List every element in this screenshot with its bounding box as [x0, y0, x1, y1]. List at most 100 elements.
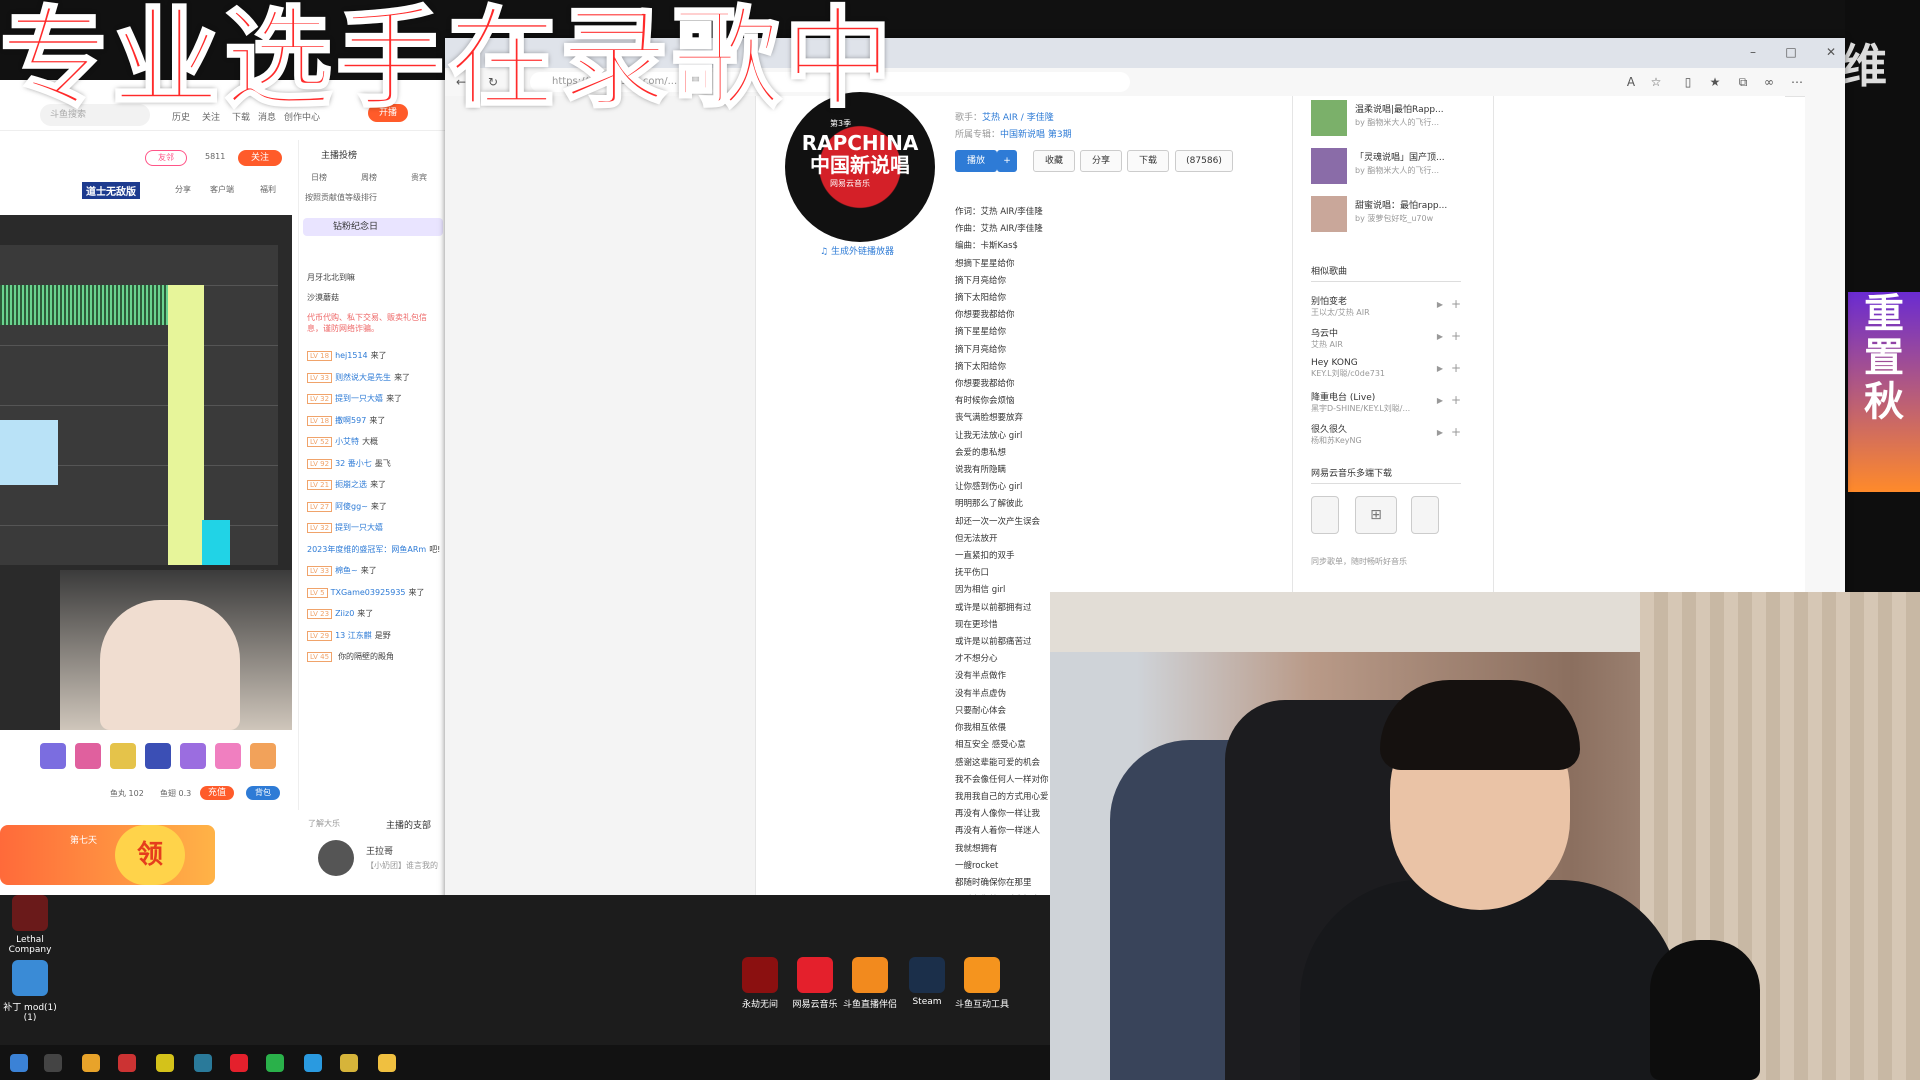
album-link[interactable]: 中国新说唱 第3期 [1000, 130, 1072, 140]
chat-username[interactable]: hej1514 [335, 351, 368, 360]
add-icon[interactable]: + [1451, 393, 1461, 407]
recharge-button[interactable]: 充值 [200, 786, 234, 800]
chat-username[interactable]: 扼崩之选 [335, 480, 367, 489]
add-icon[interactable]: + [1451, 329, 1461, 343]
add-to-list-button[interactable]: + [997, 150, 1017, 172]
android-icon[interactable] [1411, 496, 1439, 534]
gift-icon[interactable] [75, 743, 101, 769]
chat-username[interactable]: 阿傻gg~ [335, 502, 368, 511]
app-icon[interactable] [340, 1054, 358, 1072]
play-icon[interactable]: ▶ [1437, 300, 1443, 309]
desktop-icon-mod[interactable]: 补丁 mod(1)(1) [0, 960, 60, 1023]
fans-button[interactable]: 友邻 [145, 150, 187, 166]
favorites-icon[interactable]: ★ [1707, 74, 1723, 90]
windows-icon[interactable]: ⊞ [1355, 496, 1397, 534]
play-icon[interactable]: ▶ [1437, 332, 1443, 341]
desktop-icon-douyu[interactable]: 斗鱼直播伴侣 [840, 957, 900, 1010]
more-icon[interactable]: ⋯ [1789, 74, 1805, 90]
close-icon[interactable]: ✕ [1823, 44, 1839, 60]
event-banner[interactable]: 钻粉纪念日 [303, 218, 443, 236]
read-aloud-icon[interactable]: A [1623, 74, 1639, 90]
maximize-icon[interactable]: □ [1783, 44, 1799, 60]
anchor-card-tab[interactable]: 主播的支部 [386, 818, 431, 831]
desktop-icon-label: Lethal Company [8, 935, 52, 955]
add-icon[interactable]: + [1451, 361, 1461, 375]
playlist-item[interactable]: 温柔说唱|最怕Rapp... by 酯物米大人的飞行... [1311, 100, 1481, 140]
minimize-icon[interactable]: – [1745, 44, 1761, 60]
apple-icon[interactable] [1311, 496, 1339, 534]
chat-username[interactable]: TXGame03925935 [331, 588, 406, 597]
comments-button[interactable]: (87586) [1175, 150, 1233, 172]
desktop-icon-lethal-company[interactable]: Lethal Company [0, 895, 60, 955]
search-icon[interactable] [44, 1054, 62, 1072]
avatar[interactable] [318, 840, 354, 876]
play-icon[interactable]: ▶ [1437, 364, 1443, 373]
download-button[interactable]: 下载 [1127, 150, 1169, 172]
extensions-icon[interactable]: ∞ [1761, 74, 1777, 90]
split-icon[interactable]: ▯ [1680, 74, 1696, 90]
chrome-icon[interactable] [82, 1054, 100, 1072]
generate-player-link[interactable]: ♫ 生成外链播放器 [820, 244, 894, 257]
play-icon[interactable]: ▶ [1437, 396, 1443, 405]
client-link[interactable]: 客户端 [210, 184, 234, 195]
welfare-link[interactable]: 福利 [260, 184, 276, 195]
add-icon[interactable]: + [1451, 425, 1461, 439]
similar-song-item[interactable]: 别怕变老 王以太/艾热 AIR ▶ + [1311, 294, 1461, 324]
chat-username[interactable]: 提到一只大嬉 [335, 394, 383, 403]
promo-claim-button[interactable]: 领 [115, 825, 185, 885]
app-icon[interactable] [156, 1054, 174, 1072]
chat-username[interactable]: 提到一只大嬉 [335, 523, 383, 532]
chat-username[interactable]: 棉鱼~ [335, 566, 358, 575]
add-icon[interactable]: + [1451, 297, 1461, 311]
playlist-item[interactable]: 甜蜜说唱：最怕rapp... by 菠萝包好吃_u70w [1311, 196, 1481, 236]
desktop-icon-steam[interactable]: Steam [897, 957, 957, 1007]
share-button[interactable]: 分享 [1080, 150, 1122, 172]
desktop-icon-naraka[interactable]: 永劫无间 [730, 957, 790, 1010]
collect-button[interactable]: 收藏 [1033, 150, 1075, 172]
gift-icon[interactable] [40, 743, 66, 769]
similar-song-item[interactable]: 乌云中 艾热 AIR ▶ + [1311, 326, 1461, 356]
chat-tab-vip[interactable]: 贵宾 [411, 172, 427, 183]
wechat-icon[interactable] [266, 1054, 284, 1072]
bag-button[interactable]: 背包 [246, 786, 280, 800]
desktop-icon-netease[interactable]: 网易云音乐 [785, 957, 845, 1010]
gift-icon[interactable] [250, 743, 276, 769]
netease-taskbar-icon[interactable] [230, 1054, 248, 1072]
chat-username[interactable]: 则然说大是先生 [335, 373, 391, 382]
start-icon[interactable] [10, 1054, 28, 1072]
chat-tab-day[interactable]: 日榜 [311, 172, 327, 183]
gift-icon[interactable] [215, 743, 241, 769]
desktop-icon-douyu-tool[interactable]: 斗鱼互动工具 [952, 957, 1012, 1010]
chat-message: LV 33 则然说大是先生 来了 [307, 372, 410, 383]
singer-link[interactable]: 艾热 AIR / 李佳隆 [982, 113, 1054, 123]
chat-tab-week[interactable]: 周榜 [361, 172, 377, 183]
similar-song-item[interactable]: 降重电台 (Live) 黑宇D-SHINE/KEY.L刘聪/... ▶ + [1311, 390, 1461, 420]
similar-song-item[interactable]: Hey KONG KEY.L刘聪/c0de731 ▶ + [1311, 358, 1461, 388]
play-icon[interactable]: ▶ [1437, 428, 1443, 437]
chat-username[interactable]: Ziiz0 [335, 609, 354, 618]
app-icon[interactable] [194, 1054, 212, 1072]
small-webcam-person [100, 600, 240, 730]
app-icon[interactable] [118, 1054, 136, 1072]
collections-icon[interactable]: ⧉ [1735, 74, 1751, 90]
chat-username[interactable]: 2023年度维的盛冠军：网鱼ARm [307, 545, 426, 554]
gift-icon[interactable] [180, 743, 206, 769]
chat-username[interactable]: 小艾特 [335, 437, 359, 446]
playlist-by: by 酯物米大人的飞行... [1355, 118, 1439, 127]
gift-icon[interactable] [110, 743, 136, 769]
playlist-item[interactable]: 「灵魂说唱」国产顶... by 酯物米大人的飞行... [1311, 148, 1481, 188]
app-icon[interactable] [378, 1054, 396, 1072]
gift-icon[interactable] [145, 743, 171, 769]
share-link[interactable]: 分享 [175, 184, 191, 195]
anchor-card-tab[interactable]: 了解大乐 [308, 818, 340, 829]
similar-song-item[interactable]: 很久很久 杨和苏KeyNG ▶ + [1311, 422, 1461, 452]
play-button[interactable]: 播放 [955, 150, 997, 172]
chat-username[interactable]: 撒啊597 [335, 416, 366, 425]
chat-username[interactable]: 13 江东麒 [335, 631, 372, 640]
edge-icon[interactable] [304, 1054, 322, 1072]
lyric-line: 但无法放开 [955, 533, 998, 544]
follow-button[interactable]: 关注 [238, 150, 282, 166]
rank-tab[interactable]: 主播投榜 [321, 148, 357, 161]
star-icon[interactable]: ☆ [1648, 74, 1664, 90]
chat-username[interactable]: 32 番小七 [335, 459, 372, 468]
